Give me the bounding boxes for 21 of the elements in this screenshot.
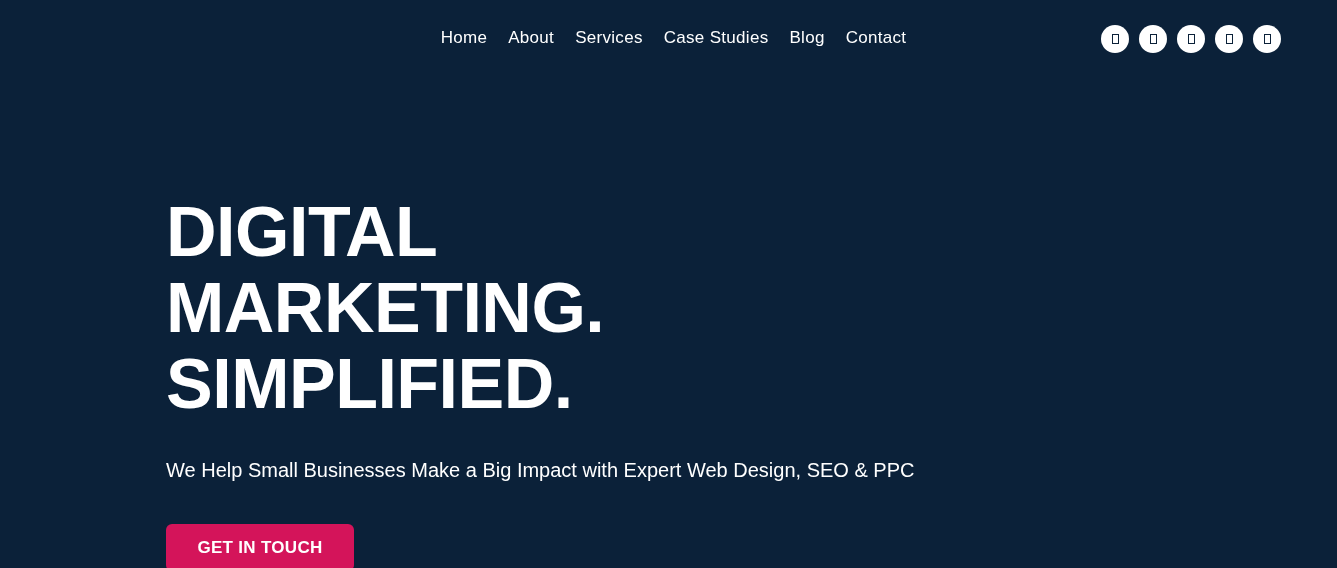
social-button[interactable] bbox=[1215, 25, 1243, 53]
nav-link[interactable]: About bbox=[497, 26, 565, 50]
glyph-box-icon bbox=[1149, 34, 1157, 44]
nav-link[interactable]: Case Studies bbox=[653, 26, 779, 50]
glyph-box-icon bbox=[1187, 34, 1195, 44]
glyph-box-icon bbox=[1225, 34, 1233, 44]
glyph-box-icon bbox=[1111, 34, 1119, 44]
nav-link[interactable]: Blog bbox=[778, 26, 836, 50]
social-button[interactable] bbox=[1253, 25, 1281, 53]
social-button[interactable] bbox=[1139, 25, 1167, 53]
hero-heading-line: SIMPLIFIED. bbox=[166, 346, 574, 422]
hero-heading-line: DIGITAL bbox=[166, 194, 439, 270]
hero-subtitle: We Help Small Businesses Make a Big Impact with Expert Web Design, SEO & PPC bbox=[166, 458, 916, 482]
nav-link[interactable]: Services bbox=[564, 26, 654, 50]
contact-button[interactable]: GET IN TOUCH bbox=[166, 524, 354, 568]
nav-link[interactable]: Contact bbox=[835, 26, 917, 50]
social-button[interactable] bbox=[1177, 25, 1205, 53]
hero-heading-line: MARKETING. bbox=[166, 270, 606, 346]
social-button[interactable] bbox=[1101, 25, 1129, 53]
glyph-box-icon bbox=[1263, 34, 1271, 44]
nav-link[interactable]: Home bbox=[430, 26, 498, 50]
